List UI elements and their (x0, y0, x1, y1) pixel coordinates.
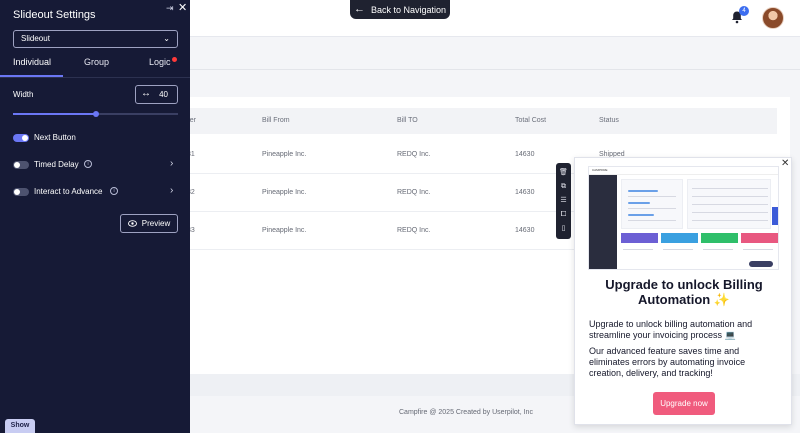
cell-bill-to: REDQ Inc. (397, 151, 431, 158)
bookmark-icon[interactable]: ▯ (556, 223, 571, 235)
chevron-right-icon[interactable]: › (170, 185, 173, 196)
option-timed-delay: Timed Delay i › (13, 158, 178, 171)
copy-icon[interactable]: ⧠ (556, 209, 571, 221)
screenshot-side-tab (772, 207, 778, 225)
close-icon[interactable]: ✕ (178, 1, 187, 14)
option-interact-to-advance: Interact to Advance i › (13, 185, 178, 198)
cell-total-cost: 14630 (515, 189, 535, 196)
width-slider-fill (13, 113, 96, 115)
screenshot-card (741, 233, 778, 243)
duplicate-icon[interactable]: ⧉ (556, 181, 571, 193)
close-icon[interactable]: ✕ (781, 158, 789, 169)
cell-bill-to: REDQ Inc. (397, 227, 431, 234)
upgrade-slideout: ✕ CAMPFIRE Upgrade to unlock Billing Aut… (574, 157, 792, 425)
cell-bill-from: Pineapple Inc. (262, 227, 307, 234)
column-header-bill-to: Bill TO (397, 117, 418, 124)
screenshot-panel (621, 179, 683, 229)
logic-alert-dot (172, 57, 177, 62)
screenshot-pill (749, 261, 773, 267)
option-label: Timed Delay (34, 160, 79, 169)
resize-horizontal-icon: ↔ (141, 88, 151, 99)
width-slider[interactable] (13, 111, 178, 117)
chevron-right-icon[interactable]: › (170, 158, 173, 169)
tab-logic[interactable]: Logic (149, 57, 171, 77)
screenshot-table (687, 179, 771, 229)
column-header-total-cost: Total Cost (515, 117, 547, 124)
next-button-toggle[interactable] (13, 134, 29, 142)
timed-delay-toggle[interactable] (13, 161, 29, 169)
screenshot-card (661, 233, 698, 243)
cell-bill-from: Pineapple Inc. (262, 189, 307, 196)
footer-text: Campfire @ 2025 Created by Userpilot, In… (399, 409, 533, 416)
notification-badge: 4 (739, 6, 749, 16)
column-header-bill-from: Bill From (262, 117, 290, 124)
billing-screenshot-image: CAMPFIRE (588, 166, 779, 270)
info-icon[interactable]: i (84, 160, 92, 168)
panel-title: Slideout Settings (13, 9, 96, 21)
show-button[interactable]: Show (5, 419, 35, 433)
cell-total-cost: 14630 (515, 227, 535, 234)
screenshot-card (701, 233, 738, 243)
settings-sliders-icon[interactable]: ☰ (556, 195, 571, 207)
screenshot-sidebar (589, 175, 617, 269)
eye-icon (127, 220, 137, 227)
table-header: mber Bill From Bill TO Total Cost Status (180, 108, 777, 134)
option-next-button: Next Button (13, 132, 178, 144)
interact-to-advance-toggle[interactable] (13, 188, 29, 196)
cell-bill-from: Pineapple Inc. (262, 151, 307, 158)
width-value: 40 (159, 90, 168, 99)
page-header-band (190, 37, 800, 97)
preview-button[interactable]: Preview (120, 214, 178, 233)
back-to-navigation-button[interactable]: ← Back to Navigation (350, 0, 450, 19)
modal-paragraph: Our advanced feature saves time and elim… (589, 346, 746, 378)
cell-total-cost: 14630 (515, 151, 535, 158)
delete-icon[interactable]: 🗑 (556, 167, 571, 179)
modal-paragraph: Upgrade to unlock billing automation and… (589, 319, 753, 340)
column-header-status: Status (599, 117, 619, 124)
width-input[interactable]: ↔ 40 (135, 85, 178, 104)
back-to-navigation-label: Back to Navigation (370, 4, 447, 15)
arrow-left-icon: ← (353, 3, 365, 15)
screenshot-topbar: CAMPFIRE (589, 167, 778, 175)
upgrade-now-button[interactable]: Upgrade now (653, 392, 715, 415)
modal-title: Upgrade to unlock Billing Automation ✨ (605, 277, 763, 307)
width-slider-handle[interactable] (92, 111, 99, 117)
info-icon[interactable]: i (110, 187, 118, 195)
divider (190, 69, 800, 70)
preview-label: Preview (141, 219, 171, 228)
experience-type-select[interactable]: Slideout ⌄ (13, 30, 178, 48)
avatar[interactable] (762, 7, 784, 29)
collapse-panel-icon[interactable]: ⇥ (166, 3, 174, 14)
experience-type-value: Slideout (21, 34, 50, 43)
divider (0, 77, 190, 78)
tab-group[interactable]: Group (84, 57, 109, 77)
width-label: Width (13, 90, 34, 99)
cell-bill-to: REDQ Inc. (397, 189, 431, 196)
screenshot-logo: CAMPFIRE (592, 168, 608, 172)
tab-individual[interactable]: Individual (13, 57, 51, 77)
element-toolbar: 🗑 ⧉ ☰ ⧠ ▯ (556, 163, 571, 239)
option-label: Next Button (34, 133, 76, 142)
screenshot-card (621, 233, 658, 243)
slideout-settings-panel: Slideout Settings ⇥ ✕ Slideout ⌄ Individ… (0, 0, 190, 433)
chevron-down-icon: ⌄ (163, 34, 170, 43)
option-label: Interact to Advance (34, 187, 103, 196)
